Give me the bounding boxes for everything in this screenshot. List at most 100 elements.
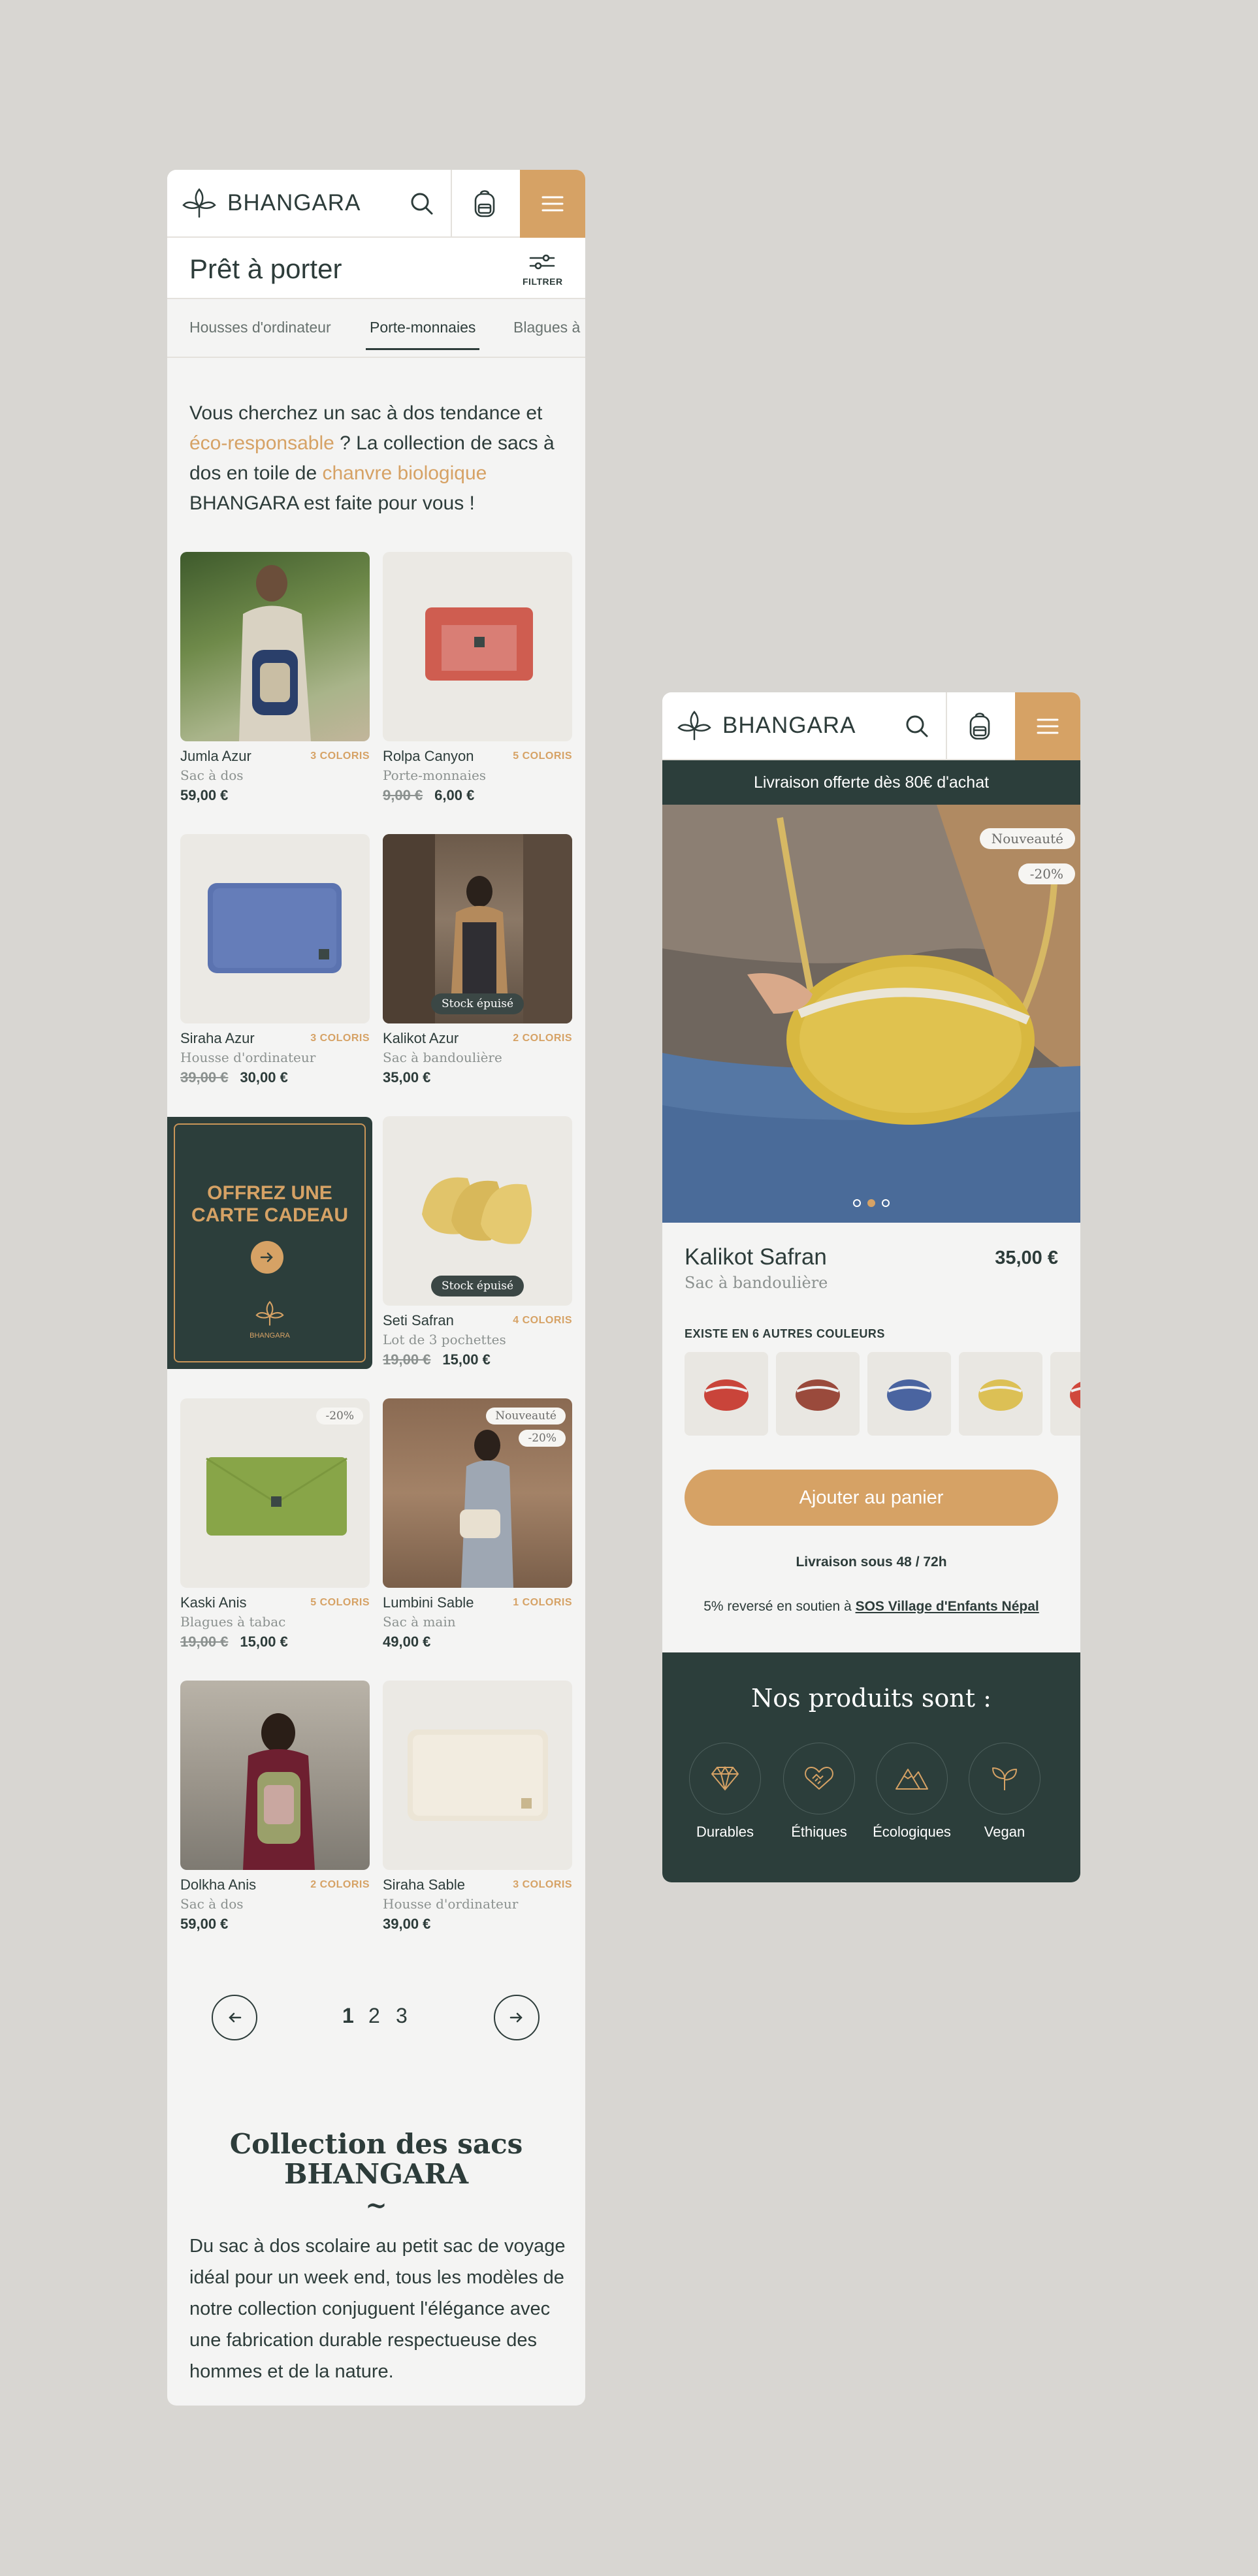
product-gallery[interactable]: Nouveauté -20% [662, 805, 1080, 1223]
product-image[interactable] [383, 552, 572, 741]
product-name: Siraha Sable [383, 1876, 465, 1893]
search-icon [906, 715, 928, 737]
product-screen: BHANGARA Livraison offerte dès 80€ d'ach… [662, 692, 1080, 1882]
sliders-icon [529, 254, 555, 270]
product-price: 59,00 € [180, 1916, 229, 1932]
value-vegan: Vegan [959, 1743, 1050, 1841]
tab-housses[interactable]: Housses d'ordinateur [189, 319, 331, 336]
gift-card-logo: BHANGARA [167, 1300, 372, 1340]
color-swatch-yellow[interactable] [959, 1352, 1042, 1436]
product-image[interactable]: Stock épuisé [383, 834, 572, 1023]
product-price: 9,00 €6,00 € [383, 787, 475, 803]
product-card[interactable]: Stock épuisé Kalikot Azur 2 COLORIS Sac … [383, 834, 572, 1086]
bag-button[interactable] [452, 170, 517, 238]
product-card[interactable]: Siraha Azur 3 COLORIS Housse d'ordinateu… [180, 834, 370, 1086]
filter-label: FILTRER [523, 276, 563, 287]
color-swatch-brown[interactable] [776, 1352, 860, 1436]
product-image[interactable] [180, 834, 370, 1023]
product-card[interactable]: Jumla Azur 3 COLORIS Sac à dos 59,00 € [180, 552, 370, 803]
menu-button[interactable] [520, 170, 585, 238]
next-page-button[interactable] [494, 1995, 540, 2040]
product-colors: 3 COLORIS [513, 1879, 572, 1890]
color-swatch-blue[interactable] [867, 1352, 951, 1436]
product-card[interactable]: -20% Kaski Anis 5 COLORIS Blagues à taba… [180, 1398, 370, 1650]
value-durables: Durables [679, 1743, 771, 1841]
product-image[interactable]: Stock épuisé [383, 1116, 572, 1306]
product-category: Sac à dos [180, 767, 244, 783]
mountain-icon [895, 1769, 928, 1790]
delivery-info: Livraison sous 48 / 72h [796, 1554, 947, 1570]
gift-card-arrow-button[interactable] [251, 1241, 283, 1274]
color-swatch-red[interactable] [685, 1352, 768, 1436]
donation-link[interactable]: SOS Village d'Enfants Népal [856, 1599, 1039, 1614]
product-name: Jumla Azur [180, 748, 251, 764]
prev-page-button[interactable] [212, 1995, 257, 2040]
sprout-icon [992, 1767, 1017, 1790]
search-button[interactable] [389, 170, 455, 238]
product-category: Lot de 3 pochettes [383, 1332, 506, 1347]
collection-description: Du sac à dos scolaire au petit sac de vo… [189, 2236, 566, 2382]
product-card[interactable]: Nouveauté -20% Lumbini Sable 1 COLORIS S… [383, 1398, 572, 1650]
gift-card-banner[interactable]: OFFREZ UNE CARTE CADEAU BHANGARA [167, 1117, 372, 1369]
product-card[interactable]: Stock épuisé Seti Safran 4 COLORIS Lot d… [383, 1116, 572, 1368]
product-name: Lumbini Sable [383, 1594, 474, 1611]
leaf-logo-icon [677, 711, 711, 741]
product-colors: 3 COLORIS [310, 750, 370, 762]
value-ethiques: Éthiques [773, 1743, 865, 1841]
tab-porte-monnaies[interactable]: Porte-monnaies [365, 319, 480, 350]
product-price: 35,00 € [995, 1248, 1058, 1268]
product-colors: 1 COLORIS [513, 1597, 572, 1608]
arrow-right-icon [260, 1252, 273, 1263]
shipping-banner: Livraison offerte dès 80€ d'achat [662, 760, 1080, 805]
page-2[interactable]: 2 [368, 2004, 380, 2028]
product-card[interactable]: Dolkha Anis 2 COLORIS Sac à dos 59,00 € [180, 1681, 370, 1932]
product-image[interactable] [180, 552, 370, 741]
product-photo [662, 805, 1080, 1223]
product-price: 19,00 €15,00 € [383, 1351, 491, 1368]
product-image[interactable] [383, 1681, 572, 1870]
product-category: Housse d'ordinateur [383, 1896, 519, 1912]
product-category: Housse d'ordinateur [180, 1050, 316, 1065]
leaf-logo-icon [255, 1300, 284, 1326]
eco-link[interactable]: éco-responsable [189, 432, 334, 454]
page-1[interactable]: 1 [342, 2004, 354, 2028]
product-image[interactable] [180, 1681, 370, 1870]
backpack-icon [969, 713, 990, 740]
product-price: 19,00 €15,00 € [180, 1634, 288, 1650]
search-button[interactable] [884, 692, 950, 760]
brand-name: BHANGARA [227, 190, 361, 216]
product-category: Porte-monnaies [383, 767, 487, 783]
product-colors: 2 COLORIS [513, 1033, 572, 1044]
product-card[interactable]: Rolpa Canyon 5 COLORIS Porte-monnaies 9,… [383, 552, 572, 803]
product-colors: 5 COLORIS [513, 750, 572, 762]
page-title: Prêt à porter [189, 253, 342, 284]
page-3[interactable]: 3 [396, 2004, 408, 2028]
product-price: 39,00 €30,00 € [180, 1069, 288, 1086]
heart-handshake-icon [805, 1767, 833, 1790]
menu-button[interactable] [1015, 692, 1080, 760]
color-swatch-coral[interactable] [1050, 1352, 1080, 1436]
product-category: Sac à main [383, 1614, 456, 1630]
brand-logo[interactable]: BHANGARA [182, 187, 361, 219]
product-colors: 2 COLORIS [310, 1879, 370, 1890]
gift-card-title: OFFREZ UNE CARTE CADEAU [191, 1182, 348, 1226]
bag-button[interactable] [947, 692, 1012, 760]
header: BHANGARA [167, 170, 585, 238]
brand-logo[interactable]: BHANGARA [677, 709, 856, 742]
collection-title: Collection des sacs BHANGARA ~ [229, 2128, 523, 2221]
product-price: 39,00 € [383, 1916, 431, 1932]
stock-badge: Stock épuisé [430, 993, 524, 1014]
product-image[interactable]: -20% [180, 1398, 370, 1588]
product-name: Kaski Anis [180, 1594, 247, 1611]
hemp-link[interactable]: chanvre biologique [322, 462, 487, 484]
product-colors: 4 COLORIS [513, 1315, 572, 1326]
tab-blagues[interactable]: Blagues à [513, 319, 580, 336]
product-card[interactable]: Siraha Sable 3 COLORIS Housse d'ordinate… [383, 1681, 572, 1932]
product-price: 59,00 € [180, 787, 229, 803]
product-price: 49,00 € [383, 1634, 431, 1650]
add-to-cart-button[interactable]: Ajouter au panier [685, 1470, 1058, 1526]
product-image[interactable]: Nouveauté -20% [383, 1398, 572, 1588]
discount-badge: -20% [316, 1408, 363, 1425]
gallery-dots[interactable] [853, 1199, 890, 1207]
filter-button[interactable]: FILTRER [523, 253, 562, 287]
